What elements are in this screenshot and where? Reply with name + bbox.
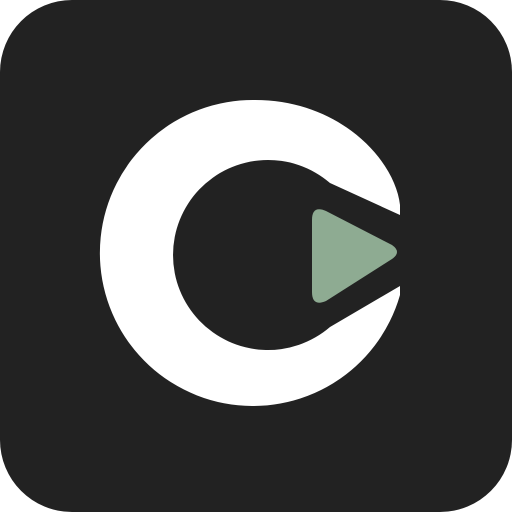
app-icon xyxy=(0,0,512,512)
icon-background xyxy=(0,0,512,512)
app-icon-graphic xyxy=(0,0,512,512)
